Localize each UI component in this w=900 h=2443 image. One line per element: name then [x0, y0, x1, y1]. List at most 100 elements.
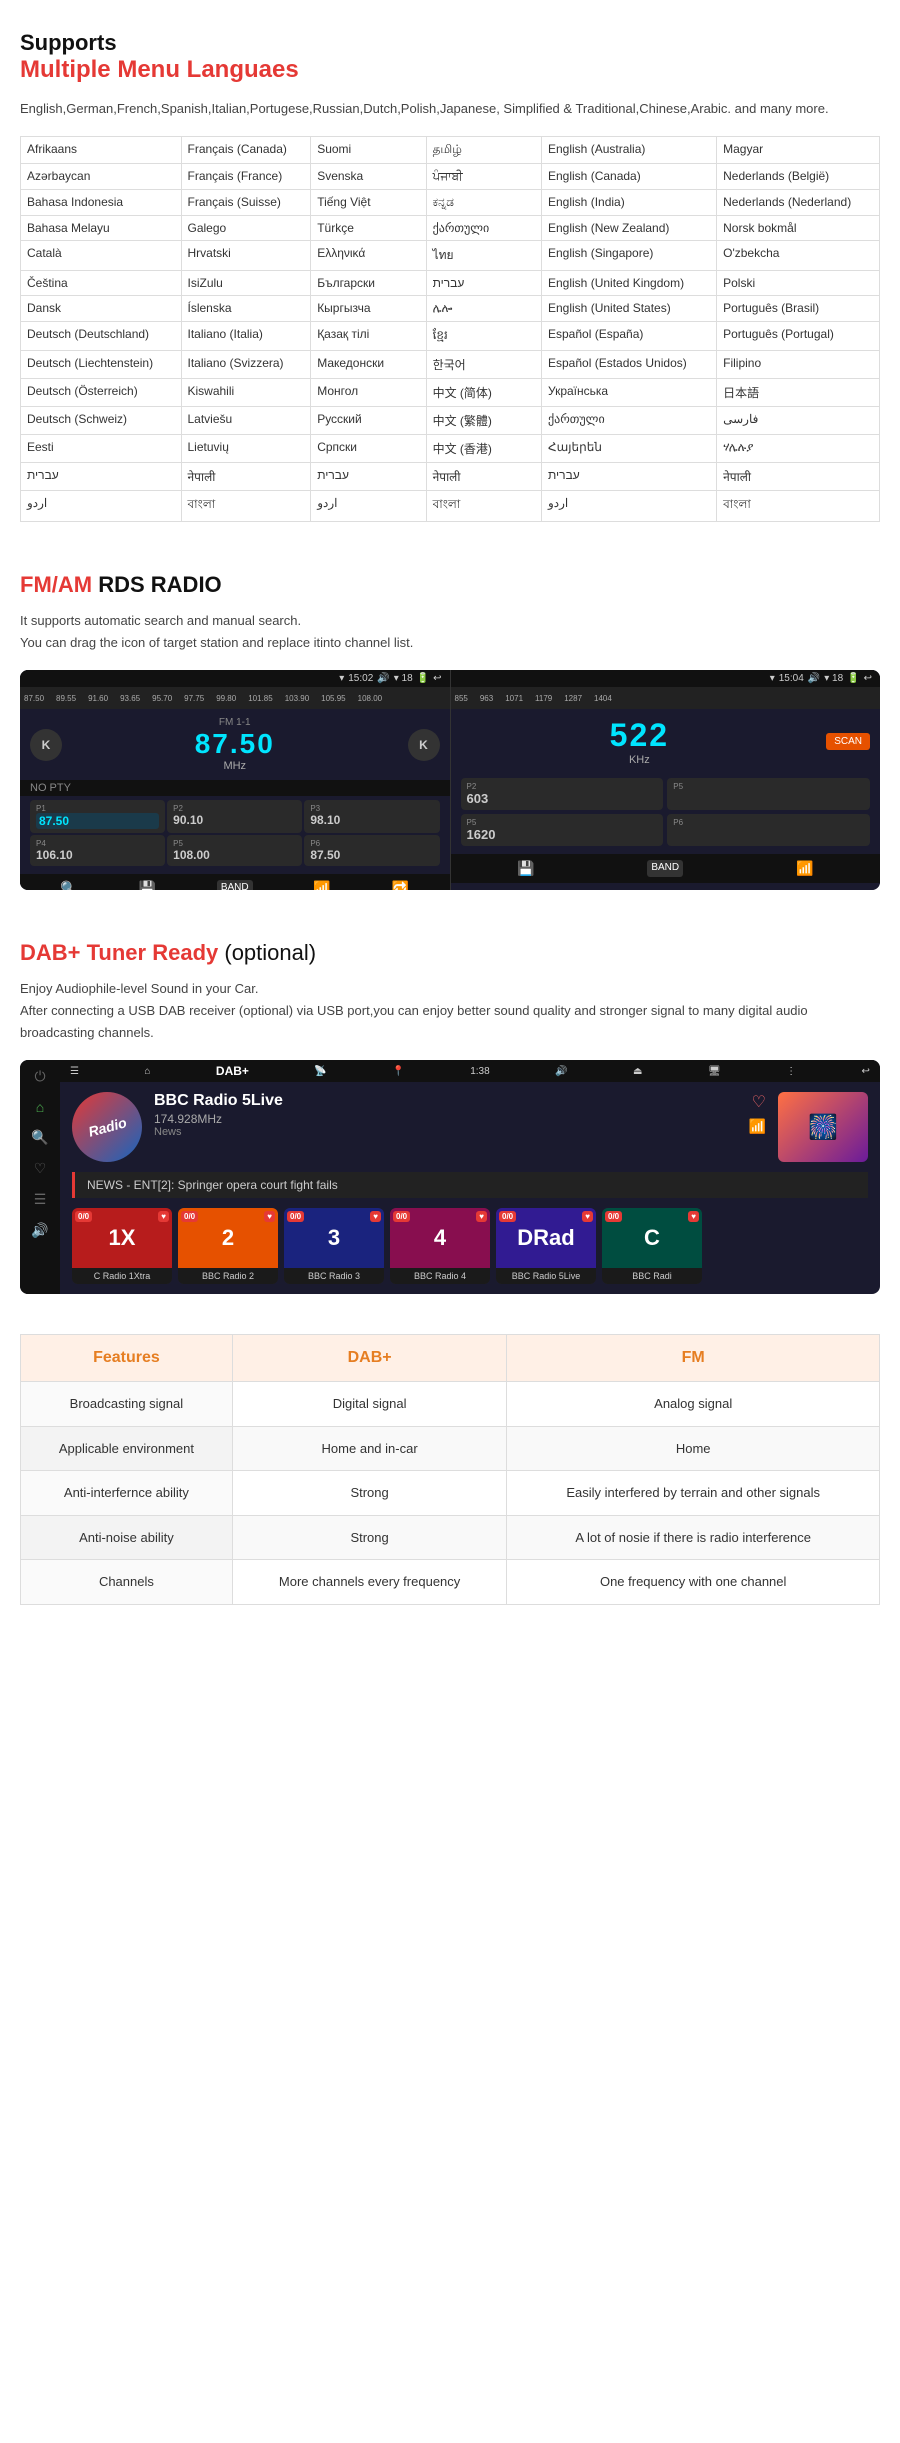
- lang-cell: Afrikaans: [21, 136, 182, 163]
- am-back-icon: ↩: [864, 673, 872, 684]
- am-band-icon[interactable]: BAND: [647, 860, 683, 877]
- lang-cell: Kiswahili: [181, 378, 311, 406]
- dab-home-icon: ⌂: [144, 1066, 150, 1077]
- comparison-dab-value: Digital signal: [232, 1382, 507, 1427]
- comparison-dab-value: Strong: [232, 1471, 507, 1516]
- dab-description: Enjoy Audiophile-level Sound in your Car…: [20, 978, 880, 1044]
- lang-cell: ሃሌሉያ: [717, 434, 880, 462]
- lang-cell: Български: [311, 270, 426, 295]
- lang-cell: 中文 (香港): [426, 434, 541, 462]
- dab-channel[interactable]: 0/0 ♥ DRad BBC Radio 5Live: [496, 1208, 596, 1284]
- fm-preset-btn[interactable]: P2 90.10: [167, 800, 302, 833]
- dab-desc-line2: After connecting a USB DAB receiver (opt…: [20, 1003, 808, 1040]
- dab-eject-icon: ⏏: [633, 1066, 642, 1077]
- lang-cell: Čeština: [21, 270, 182, 295]
- am-scan-btn[interactable]: SCAN: [826, 733, 870, 750]
- dab-channel[interactable]: 0/0 ♥ 2 BBC Radio 2: [178, 1208, 278, 1284]
- lang-cell: ਪੰਜਾਬੀ: [426, 163, 541, 189]
- lang-cell: Türkçe: [311, 215, 426, 240]
- fm-preset-btn[interactable]: P6 87.50: [304, 835, 439, 866]
- fm-loop-icon[interactable]: 🔁: [392, 880, 409, 890]
- channel-heart: ♥: [582, 1211, 593, 1222]
- dab-nav-title: DAB+: [216, 1064, 249, 1078]
- radio-am-panel: ▾ 15:04 🔊 ▾ 18 🔋 ↩ 855963107111791287140…: [451, 670, 881, 890]
- fm-save-icon[interactable]: 💾: [139, 880, 156, 890]
- dab-location-icon: 📍: [392, 1066, 404, 1077]
- search-sidebar-icon[interactable]: 🔍: [31, 1129, 48, 1146]
- channel-name: C Radio 1Xtra: [72, 1268, 172, 1284]
- lang-cell: Polski: [717, 270, 880, 295]
- dab-back-icon[interactable]: ↩: [862, 1066, 870, 1077]
- am-ruler-mark: 1404: [594, 694, 612, 703]
- comparison-feature-name: Anti-interfernce ability: [21, 1471, 233, 1516]
- heart-sidebar-icon[interactable]: ♡: [34, 1160, 47, 1177]
- fm-next-btn[interactable]: K: [408, 729, 440, 761]
- lang-cell: 中文 (简体): [426, 378, 541, 406]
- channel-heart: ♥: [158, 1211, 169, 1222]
- am-ruler-mark: 1287: [564, 694, 582, 703]
- lang-cell: Italiano (Italia): [181, 321, 311, 350]
- lang-cell: English (New Zealand): [542, 215, 717, 240]
- dab-favorite-icon[interactable]: ♡: [752, 1092, 766, 1112]
- am-wifi-icon: ▾: [770, 673, 775, 684]
- fm-wifi-signal-icon[interactable]: 📶: [313, 880, 330, 890]
- lang-cell: Français (Canada): [181, 136, 311, 163]
- fm-freq-ruler: 87.5089.5591.6093.6595.7097.7599.80101.8…: [20, 687, 450, 709]
- volume-sidebar-icon[interactable]: 🔊: [31, 1222, 48, 1239]
- dab-channel[interactable]: 0/0 ♥ 1X C Radio 1Xtra: [72, 1208, 172, 1284]
- lang-cell: Deutsch (Liechtenstein): [21, 350, 182, 378]
- fm-preset-btn[interactable]: P4 106.10: [30, 835, 165, 866]
- fm-preset-btn[interactable]: P5 108.00: [167, 835, 302, 866]
- lang-cell: नेपाली: [426, 462, 541, 490]
- lang-cell: Монгол: [311, 378, 426, 406]
- dab-station-logo: Radio: [72, 1092, 142, 1162]
- am-ruler-mark: 855: [455, 694, 468, 703]
- dab-more-icon[interactable]: ⋮: [786, 1066, 796, 1077]
- fm-band-icon[interactable]: BAND: [217, 880, 253, 890]
- am-save-icon[interactable]: 💾: [517, 860, 534, 877]
- lang-cell: Deutsch (Schweiz): [21, 406, 182, 434]
- fm-unit: MHz: [70, 760, 400, 772]
- lang-cell: Македонски: [311, 350, 426, 378]
- am-battery-icon: 🔋: [847, 673, 859, 684]
- dab-channel[interactable]: 0/0 ♥ C BBC Radi: [602, 1208, 702, 1284]
- fm-signal-strength: ▾ 18: [394, 673, 413, 684]
- power-icon[interactable]: ⏻: [34, 1068, 45, 1085]
- lang-cell: English (Canada): [542, 163, 717, 189]
- lang-cell: English (United States): [542, 295, 717, 321]
- lang-cell: ಕನ್ನಡ: [426, 189, 541, 215]
- comparison-section: Features DAB+ FM Broadcasting signalDigi…: [0, 1314, 900, 1625]
- lang-cell: ქართული: [426, 215, 541, 240]
- am-wifi-signal-icon[interactable]: 📶: [796, 860, 813, 877]
- comparison-table: Features DAB+ FM Broadcasting signalDigi…: [20, 1334, 880, 1605]
- languages-subtitle: English,German,French,Spanish,Italian,Po…: [20, 99, 880, 120]
- am-ruler-mark: 963: [480, 694, 493, 703]
- fm-ruler-mark: 91.60: [88, 694, 108, 703]
- dab-channel[interactable]: 0/0 ♥ 3 BBC Radio 3: [284, 1208, 384, 1284]
- fm-prev-btn[interactable]: K: [30, 729, 62, 761]
- dab-station-genre: News: [154, 1126, 737, 1138]
- lang-cell: IsiZulu: [181, 270, 311, 295]
- fm-toolbar: 🔍 💾 BAND 📶 🔁: [20, 874, 450, 890]
- dab-antenna-icon: 📡: [314, 1066, 326, 1077]
- home-icon[interactable]: ⌂: [36, 1099, 44, 1115]
- fm-preset-btn[interactable]: P1 87.50: [30, 800, 165, 833]
- fm-status-bar: ▾ 15:02 🔊 ▾ 18 🔋 ↩: [20, 670, 450, 687]
- lang-cell: नेपाली: [181, 462, 311, 490]
- comparison-fm-value: One frequency with one channel: [507, 1560, 880, 1605]
- am-ruler-mark: 1071: [505, 694, 523, 703]
- channel-heart: ♥: [688, 1211, 699, 1222]
- channel-name: BBC Radio 3: [284, 1268, 384, 1284]
- lang-cell: Suomi: [311, 136, 426, 163]
- lang-cell: اردو: [542, 490, 717, 521]
- fm-search-icon[interactable]: 🔍: [60, 880, 77, 890]
- fm-ruler-mark: 101.85: [248, 694, 272, 703]
- col-header-dab: DAB+: [232, 1335, 507, 1382]
- dab-channel[interactable]: 0/0 ♥ 4 BBC Radio 4: [390, 1208, 490, 1284]
- lang-cell: বাংলা: [717, 490, 880, 521]
- list-sidebar-icon[interactable]: ☰: [34, 1191, 47, 1208]
- dab-status-time: 1:38: [470, 1066, 489, 1077]
- fm-preset-btn[interactable]: P3 98.10: [304, 800, 439, 833]
- dab-screenshot: ⏻ ⌂ 🔍 ♡ ☰ 🔊 ☰ ⌂ DAB+ 📡 📍 1:38 🔊 ⏏: [20, 1060, 880, 1294]
- fm-ruler-mark: 93.65: [120, 694, 140, 703]
